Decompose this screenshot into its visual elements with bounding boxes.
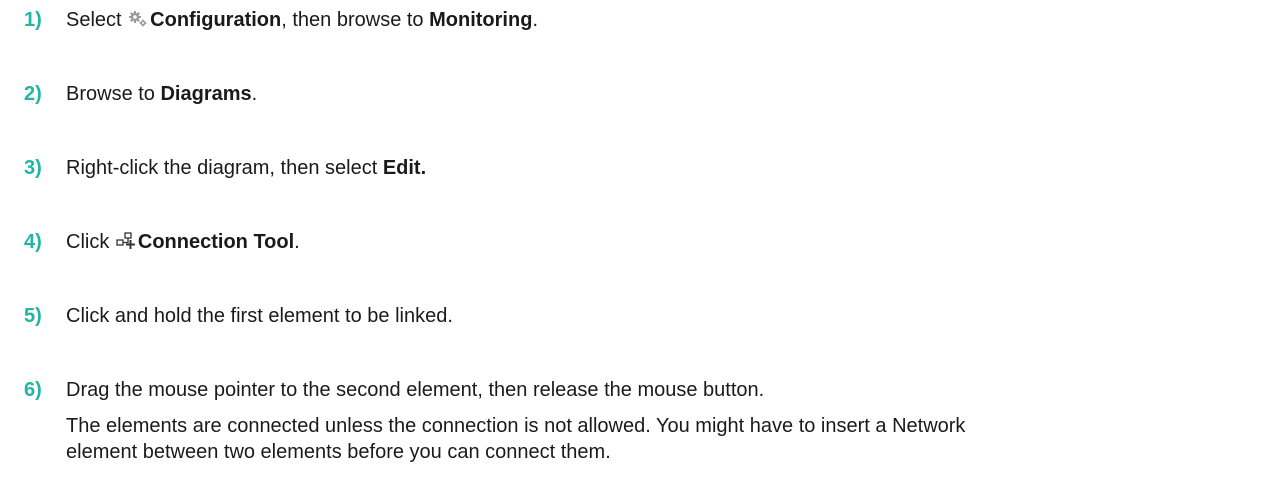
step-number: 3) [24, 157, 42, 179]
edit-label: Edit. [382, 157, 427, 179]
note-line: element between two elements before you … [66, 441, 611, 463]
step-number: 1) [24, 9, 42, 31]
step-number: 5) [24, 305, 42, 327]
step-6-note: The elements are connected unless the co… [66, 413, 1256, 465]
connection-tool-label: Connection Tool [137, 231, 295, 253]
step-text: Right-click the diagram, then select Edi… [66, 157, 427, 179]
monitoring-label: Monitoring [429, 9, 533, 31]
step-text: Drag the mouse pointer to the second ele… [66, 379, 765, 401]
step-number: 6) [24, 379, 42, 401]
step-text: Click Connection Tool. [66, 230, 1256, 256]
configuration-label: Configuration [150, 9, 282, 31]
step-text: Click and hold the first element to be l… [66, 305, 453, 327]
diagrams-label: Diagrams [160, 83, 252, 105]
connection-tool-icon [116, 232, 136, 256]
gear-icon [128, 10, 148, 34]
note-line: The elements are connected unless the co… [66, 415, 966, 437]
step-number: 2) [24, 83, 42, 105]
step-text: Browse to Diagrams. [66, 83, 258, 105]
step-text: Select Configuration, then browse to Mon… [66, 8, 1256, 34]
step-number: 4) [24, 231, 42, 253]
